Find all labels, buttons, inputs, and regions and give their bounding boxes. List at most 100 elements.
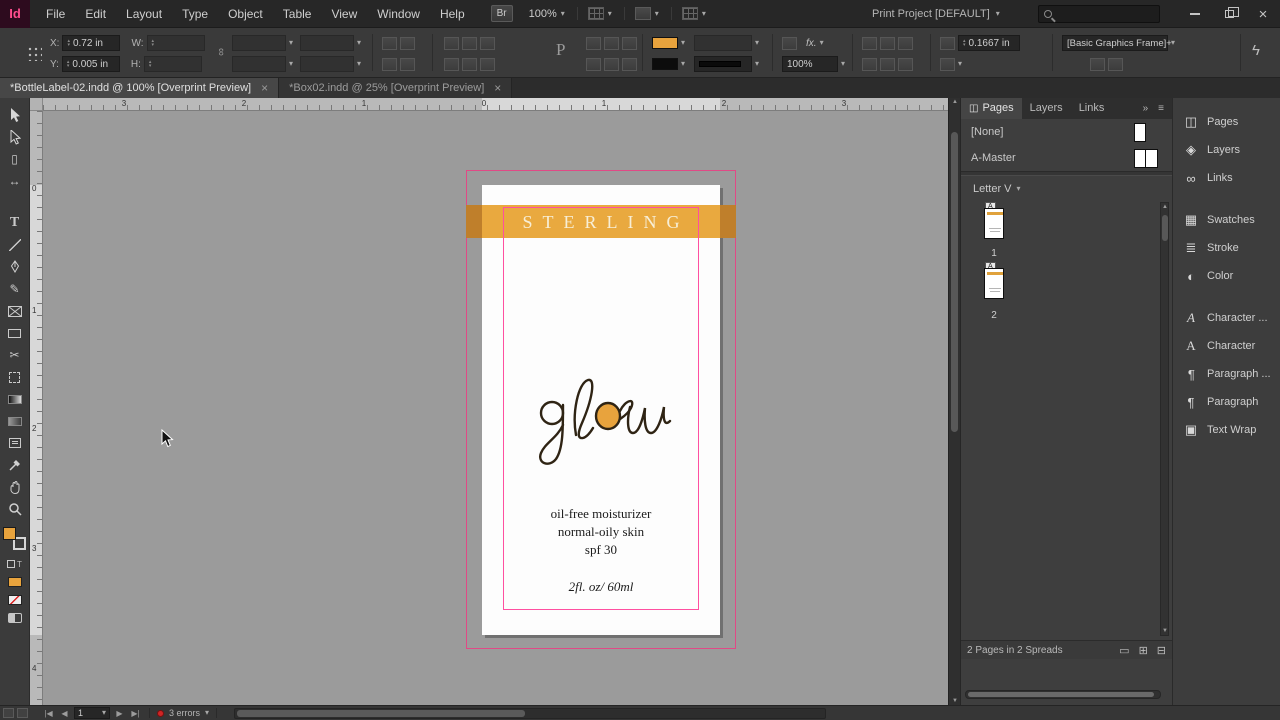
chevron-down-icon[interactable] (357, 39, 361, 47)
corner-options-icon[interactable] (940, 57, 955, 71)
fit-frame-icon[interactable] (880, 36, 895, 50)
restore-button[interactable] (1212, 0, 1246, 28)
free-transform-tool[interactable] (3, 366, 27, 388)
ruler-origin-corner[interactable] (30, 98, 43, 111)
scroll-up-icon[interactable]: ▲ (1161, 204, 1169, 210)
panel-menu-icon[interactable] (1158, 103, 1164, 114)
hand-tool[interactable] (3, 476, 27, 498)
chevron-down-icon[interactable] (755, 39, 759, 47)
select-content-icon[interactable] (462, 36, 477, 50)
create-new-page-icon[interactable] (1139, 644, 1148, 657)
corner-shape-icon[interactable] (940, 36, 955, 50)
gradient-swatch-tool[interactable] (3, 388, 27, 410)
pen-tool[interactable] (3, 256, 27, 278)
page-1-thumbnail[interactable] (984, 208, 1004, 239)
master-none-row[interactable]: [None] (961, 119, 1172, 145)
vertical-ruler[interactable]: 0 1 2 3 4 (30, 111, 43, 705)
select-previous-icon[interactable] (480, 36, 495, 50)
eyedropper-tool[interactable] (3, 454, 27, 476)
collapse-panel-icon[interactable] (1143, 103, 1149, 114)
note-tool[interactable] (3, 432, 27, 454)
dock-item-character[interactable]: Character (1173, 332, 1280, 360)
document-tab-bottlelabel[interactable]: *BottleLabel-02.indd @ 100% [Overprint P… (0, 78, 280, 98)
first-page-icon[interactable] (42, 709, 55, 718)
type-tool[interactable]: T (3, 212, 27, 234)
preview-mode-icon[interactable] (3, 708, 14, 718)
zoom-tool[interactable] (3, 498, 27, 520)
dock-item-color[interactable]: Color (1173, 262, 1280, 290)
chevron-down-icon[interactable] (820, 39, 824, 47)
last-page-icon[interactable] (129, 709, 142, 718)
menu-edit[interactable]: Edit (75, 0, 116, 28)
align-top-icon[interactable] (586, 57, 601, 71)
menu-object[interactable]: Object (218, 0, 273, 28)
edit-page-size-icon[interactable] (1119, 644, 1129, 657)
fill-chip[interactable] (2, 527, 16, 540)
dock-item-layers[interactable]: Layers (1173, 136, 1280, 164)
menu-file[interactable]: File (36, 0, 75, 28)
selection-tool[interactable] (3, 104, 27, 126)
bridge-button[interactable]: Br (490, 5, 513, 22)
rectangle-tool[interactable] (3, 322, 27, 344)
stepper-icon[interactable] (963, 39, 966, 47)
search-input[interactable] (1038, 5, 1160, 23)
preflight-status[interactable]: 3 errors (157, 708, 209, 718)
page-thumbnails-area[interactable]: A 1 A 2 (961, 202, 1172, 638)
dock-item-swatches[interactable]: Swatches (1173, 206, 1280, 234)
dock-item-pages[interactable]: Pages (1173, 108, 1280, 136)
flip-vertical-icon[interactable] (400, 57, 415, 71)
menu-table[interactable]: Table (273, 0, 322, 28)
panel-horizontal-scrollbar[interactable] (965, 690, 1161, 699)
no-text-wrap-icon[interactable] (862, 57, 877, 71)
dock-item-character-styles[interactable]: Character ... (1173, 304, 1280, 332)
fill-color-swatch[interactable] (652, 37, 678, 49)
page-tool[interactable]: ▯ (3, 148, 27, 170)
align-center-icon[interactable] (604, 36, 619, 50)
menu-layout[interactable]: Layout (116, 0, 172, 28)
document-page[interactable]: STERLING oil-free moisturizer normal-oil… (466, 185, 736, 635)
y-position-field[interactable]: 0.005 in (61, 56, 120, 72)
chevron-down-icon[interactable] (958, 60, 962, 68)
stroke-weight-field[interactable] (694, 35, 753, 51)
glow-logo[interactable] (532, 355, 672, 477)
corner-radius-field[interactable]: 0.1667 in (958, 35, 1020, 51)
page-number[interactable]: 1 (974, 248, 1014, 259)
gap-tool[interactable]: ↔ (3, 170, 27, 192)
document-tab-box02[interactable]: *Box02.indd @ 25% [Overprint Preview] (279, 78, 513, 98)
master-a-row[interactable]: A-Master (961, 145, 1172, 171)
apply-color-button[interactable] (7, 576, 23, 588)
fit-content-icon[interactable] (862, 36, 877, 50)
wrap-object-shape-icon[interactable] (898, 57, 913, 71)
scroll-down-icon[interactable]: ▼ (1161, 628, 1169, 634)
align-left-icon[interactable] (586, 36, 601, 50)
constrain-dimensions-icon[interactable] (207, 48, 227, 58)
stroke-color-swatch[interactable] (652, 58, 678, 70)
dock-item-text-wrap[interactable]: Text Wrap (1173, 416, 1280, 444)
menu-help[interactable]: Help (430, 0, 475, 28)
scrollbar-thumb[interactable] (968, 692, 1154, 697)
tab-layers[interactable]: Layers (1022, 98, 1071, 119)
minimize-button[interactable] (1178, 0, 1212, 28)
select-container-icon[interactable] (444, 36, 459, 50)
stepper-icon[interactable] (67, 60, 70, 68)
rotate-cw-icon[interactable] (382, 36, 397, 50)
screen-mode-control[interactable] (623, 7, 659, 20)
close-icon[interactable] (261, 81, 268, 95)
stepper-icon[interactable] (67, 39, 70, 47)
align-middle-icon[interactable] (604, 57, 619, 71)
dock-item-stroke[interactable]: Stroke (1173, 234, 1280, 262)
chevron-down-icon[interactable] (681, 39, 685, 47)
clear-overrides-icon[interactable] (1090, 57, 1105, 71)
scrollbar-thumb[interactable] (237, 709, 526, 717)
formatting-container-icon[interactable] (7, 560, 16, 568)
rectangle-frame-tool[interactable] (3, 300, 27, 322)
width-field[interactable] (146, 35, 205, 51)
previous-page-icon[interactable] (58, 709, 71, 718)
align-right-icon[interactable] (622, 36, 637, 50)
vertical-scrollbar[interactable]: ▲ ▼ (948, 98, 960, 705)
pasteboard[interactable]: STERLING oil-free moisturizer normal-oil… (43, 111, 948, 705)
quick-apply-icon[interactable] (1252, 42, 1260, 59)
chevron-down-icon[interactable] (289, 60, 293, 68)
dock-item-paragraph-styles[interactable]: Paragraph ... (1173, 360, 1280, 388)
select-next-icon[interactable] (444, 57, 459, 71)
